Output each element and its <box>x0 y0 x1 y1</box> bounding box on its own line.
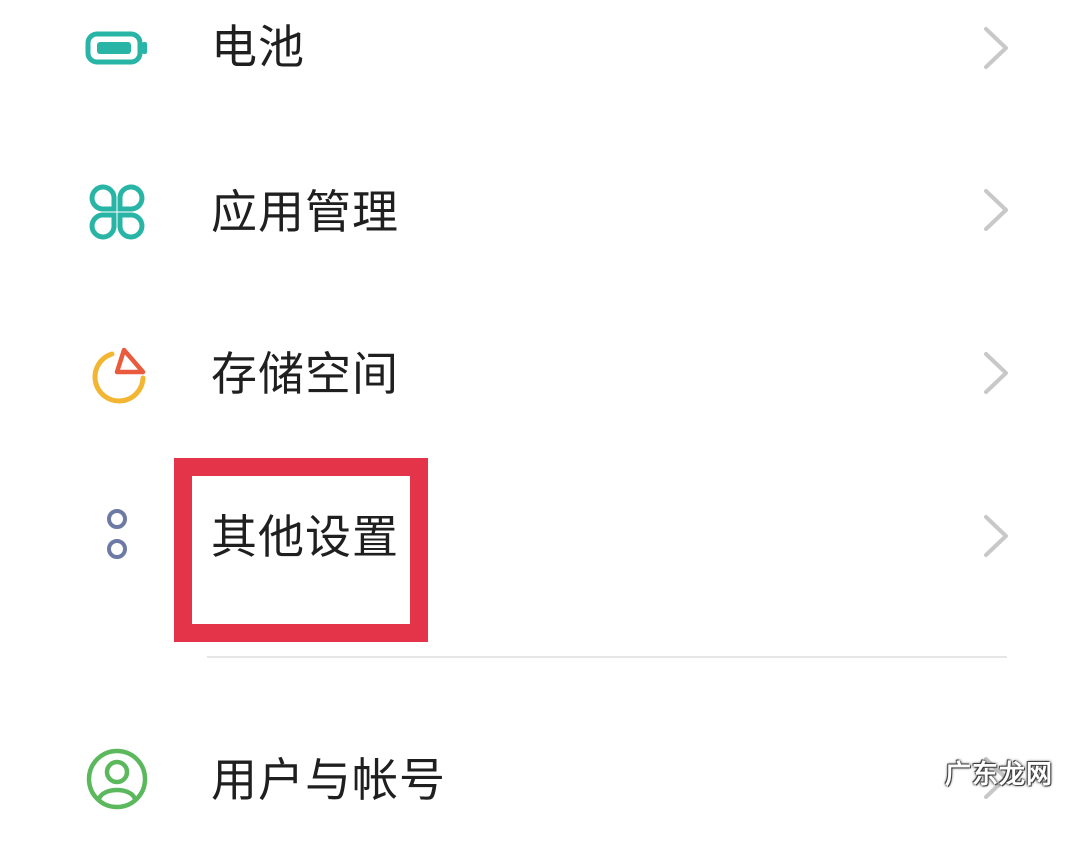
divider <box>207 656 1007 658</box>
highlight-box <box>174 458 428 642</box>
settings-item-label: 应用管理 <box>211 185 399 239</box>
settings-item-label: 电池 <box>211 20 305 74</box>
battery-icon <box>85 16 149 80</box>
chevron-right-icon <box>980 187 1010 233</box>
storage-pie-icon <box>85 342 149 406</box>
other-settings-icon <box>85 503 149 567</box>
settings-item-app-management[interactable]: 应用管理 <box>0 135 1080 285</box>
settings-item-battery[interactable]: 电池 <box>0 0 1080 123</box>
settings-item-storage[interactable]: 存储空间 <box>0 298 1080 448</box>
settings-item-label: 用户与帐号 <box>211 753 446 807</box>
settings-item-other-settings[interactable]: 其他设置 <box>0 460 1080 610</box>
watermark: 广东龙网 <box>945 760 1054 790</box>
settings-item-user-account[interactable]: 用户与帐号 <box>0 705 1080 855</box>
app-grid-icon <box>85 180 149 244</box>
chevron-right-icon <box>980 350 1010 396</box>
user-account-icon <box>85 747 149 811</box>
chevron-right-icon <box>980 513 1010 559</box>
chevron-right-icon <box>980 25 1010 71</box>
settings-item-label: 存储空间 <box>211 347 399 401</box>
